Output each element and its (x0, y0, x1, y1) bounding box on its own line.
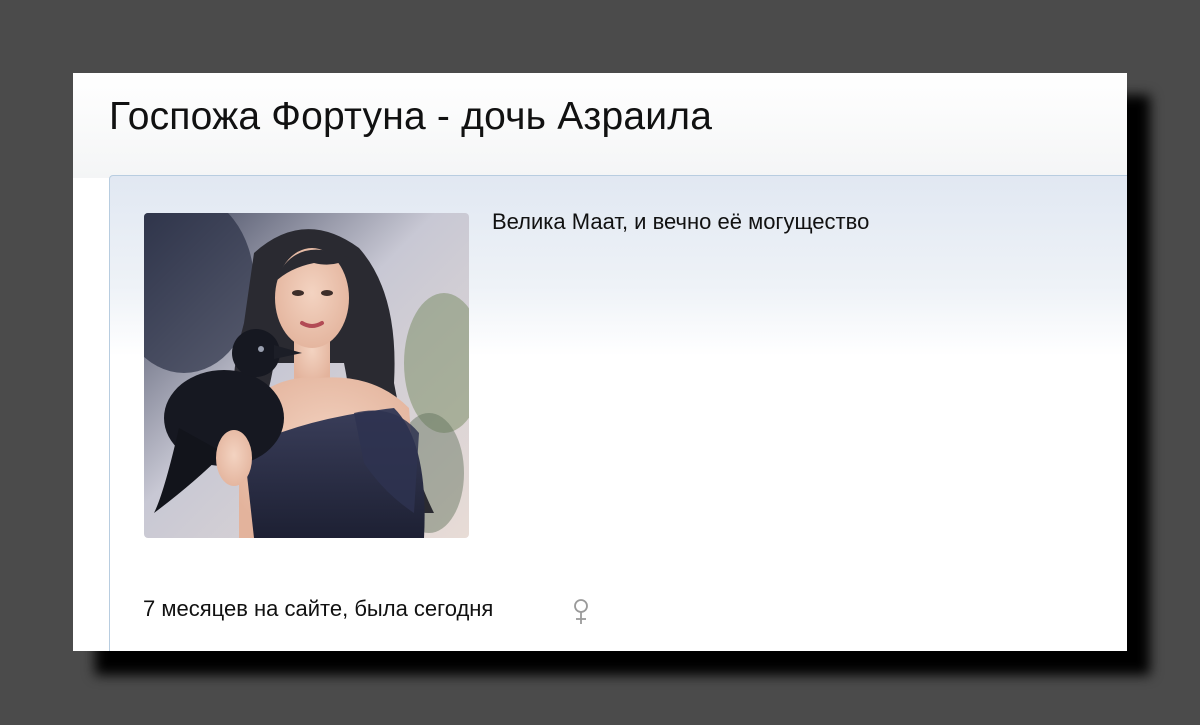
profile-window: Госпожа Фортуна - дочь Азраила Велика Ма… (73, 73, 1127, 651)
page-title: Госпожа Фортуна - дочь Азраила (109, 95, 713, 138)
avatar[interactable] (144, 213, 469, 538)
profile-card (109, 175, 1127, 651)
female-symbol-icon (574, 599, 588, 624)
header-bar: Госпожа Фортуна - дочь Азраила (73, 73, 1127, 178)
status-text: Велика Маат, и вечно её могущество (492, 209, 870, 234)
activity-text: 7 месяцев на сайте, была сегодня (143, 596, 494, 621)
